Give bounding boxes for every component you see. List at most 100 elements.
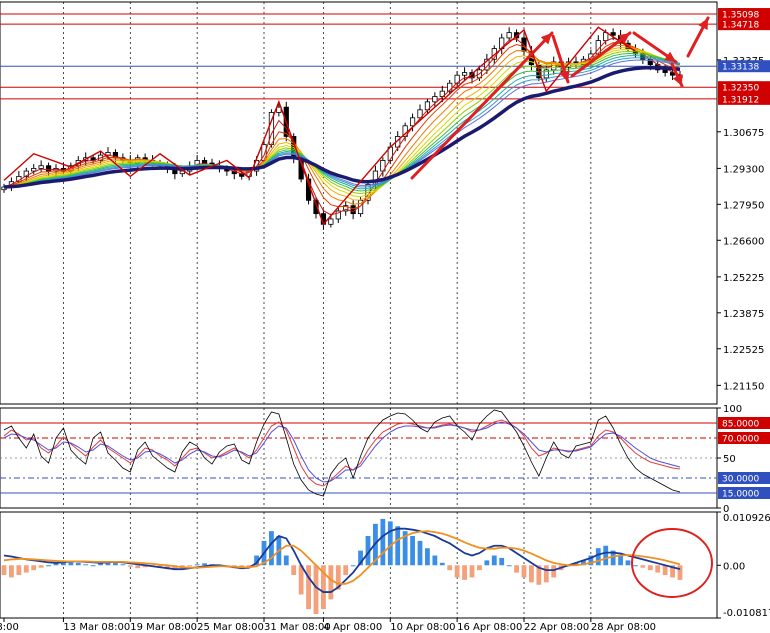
macd-histogram-bar xyxy=(127,565,133,567)
oscillator-line xyxy=(3,419,681,487)
price-tick-label: 1.23875 xyxy=(723,309,764,320)
time-label: 10 Apr 08:00 xyxy=(390,622,455,633)
macd-histogram-bar xyxy=(313,565,319,615)
macd-histogram-bar xyxy=(432,555,438,566)
macd-histogram-bar xyxy=(469,565,475,578)
macd-histogram-bar xyxy=(551,565,557,578)
level-tag-label: 1.31912 xyxy=(722,95,759,105)
macd-histogram-bar xyxy=(135,565,141,569)
price-tick-label: 1.21150 xyxy=(723,381,764,392)
macd-histogram-bar xyxy=(514,565,519,573)
macd-histogram-bar xyxy=(595,548,601,566)
macd-histogram-bar xyxy=(491,555,497,566)
macd-histogram-bar xyxy=(350,565,356,567)
macd-histogram-bar xyxy=(647,565,653,571)
macd-line xyxy=(3,530,681,585)
oscillator-line xyxy=(3,421,681,483)
macd-histogram-bar xyxy=(506,565,512,567)
oscillator-level-label: 15.0000 xyxy=(722,490,759,500)
macd-tick-label: 0.00 xyxy=(723,561,745,572)
macd-histogram-bar xyxy=(90,565,96,567)
macd-histogram-bar xyxy=(521,565,527,578)
macd-histogram-bar xyxy=(83,564,89,566)
macd-tick-label: 0.0109268 xyxy=(723,513,770,524)
macd-histogram-bar xyxy=(31,565,37,571)
macd-histogram-bar xyxy=(633,565,638,567)
macd-histogram-bar xyxy=(202,563,207,566)
oscillator-tick-label: 100 xyxy=(723,404,742,415)
macd-histogram-bar xyxy=(306,565,311,610)
macd-histogram-bar xyxy=(1,565,7,576)
macd-histogram-bar xyxy=(425,548,430,566)
candle-body xyxy=(38,165,44,169)
macd-histogram-bar xyxy=(46,565,51,567)
macd-histogram-bar xyxy=(23,565,29,573)
macd-histogram-bar xyxy=(395,526,401,566)
macd-line xyxy=(3,527,681,593)
macd-histogram-bar xyxy=(462,565,467,580)
time-label: 31 Mar 08:00 xyxy=(264,622,331,633)
macd-histogram-bar xyxy=(410,536,415,566)
macd-histogram-bar xyxy=(75,562,81,566)
macd-histogram-bar xyxy=(662,565,668,576)
macd-histogram-bar xyxy=(677,565,683,580)
level-tag-label: 1.33138 xyxy=(722,63,759,73)
level-tag-label: 1.34718 xyxy=(722,21,759,31)
macd-histogram-bar xyxy=(269,531,274,566)
price-tick-label: 1.29300 xyxy=(723,164,764,175)
macd-histogram-bar xyxy=(16,565,22,576)
candle-body xyxy=(506,32,512,39)
macd-histogram-bar xyxy=(477,565,482,571)
macd-histogram-bar xyxy=(447,565,453,571)
time-label: 28 Apr 08:00 xyxy=(591,622,656,633)
macd-histogram-bar xyxy=(328,565,334,600)
macd-histogram-bar xyxy=(655,565,661,573)
price-panel: 1.333751.306751.293001.279501.266001.252… xyxy=(0,1,770,405)
time-label: 13 Mar 08:00 xyxy=(63,622,130,633)
candle-body xyxy=(31,167,37,172)
price-tick-label: 1.27950 xyxy=(723,200,764,211)
time-axis: 08:00 13 Mar 08:0019 Mar 08:0025 Mar 08:0… xyxy=(0,618,656,633)
chart-canvas: 1.333751.306751.293001.279501.266001.252… xyxy=(0,1,770,633)
zigzag-line xyxy=(3,26,636,226)
oscillator-tick-label: 50 xyxy=(723,454,736,465)
macd-histogram-bar xyxy=(454,565,460,578)
oscillator-level-label: 70.0000 xyxy=(722,435,759,445)
price-tick-label: 1.25225 xyxy=(723,273,764,284)
time-label: 25 Mar 08:00 xyxy=(197,622,264,633)
macd-histogram-bar xyxy=(38,565,44,568)
time-label: 08:00 xyxy=(0,622,19,633)
price-tick-label: 1.30675 xyxy=(723,128,764,139)
candle-body xyxy=(409,117,416,127)
macd-histogram-bar xyxy=(499,557,505,566)
candle-body xyxy=(350,205,356,215)
price-tick-label: 1.22525 xyxy=(723,345,764,356)
candle-body xyxy=(662,69,668,73)
candle-body xyxy=(201,160,208,164)
oscillator-level-label: 85.0000 xyxy=(722,420,759,430)
candle-body xyxy=(610,32,616,36)
macd-histogram-bar xyxy=(187,565,193,567)
macd-histogram-bar xyxy=(9,565,14,578)
macd-histogram-bar xyxy=(417,540,423,566)
macd-tick-label: -0.0108178 xyxy=(723,608,770,619)
macd-histogram-bar xyxy=(439,562,445,566)
macd-histogram-bar xyxy=(640,565,646,568)
level-tag-label: 1.32350 xyxy=(722,84,759,94)
macd-histogram-bar xyxy=(529,565,534,583)
time-label: 19 Mar 08:00 xyxy=(130,622,197,633)
price-tick-label: 1.26600 xyxy=(723,236,764,247)
macd-panel: 0.0109268 0.00 -0.0108178 xyxy=(0,511,770,619)
macd-histogram-bar xyxy=(484,560,490,566)
macd-histogram-bar xyxy=(120,564,126,566)
time-label: 16 Apr 08:00 xyxy=(457,622,522,633)
macd-histogram-bar xyxy=(343,565,349,576)
time-label: 22 Apr 08:00 xyxy=(524,622,589,633)
macd-histogram-bar xyxy=(283,555,289,566)
macd-histogram-bar xyxy=(380,518,386,566)
candle-body xyxy=(328,218,334,225)
oscillator-panel: 10050085.000070.000030.000015.0000 xyxy=(0,404,770,515)
macd-histogram-bar xyxy=(603,545,609,566)
candle-body xyxy=(432,96,438,103)
macd-histogram-bar xyxy=(625,560,631,566)
